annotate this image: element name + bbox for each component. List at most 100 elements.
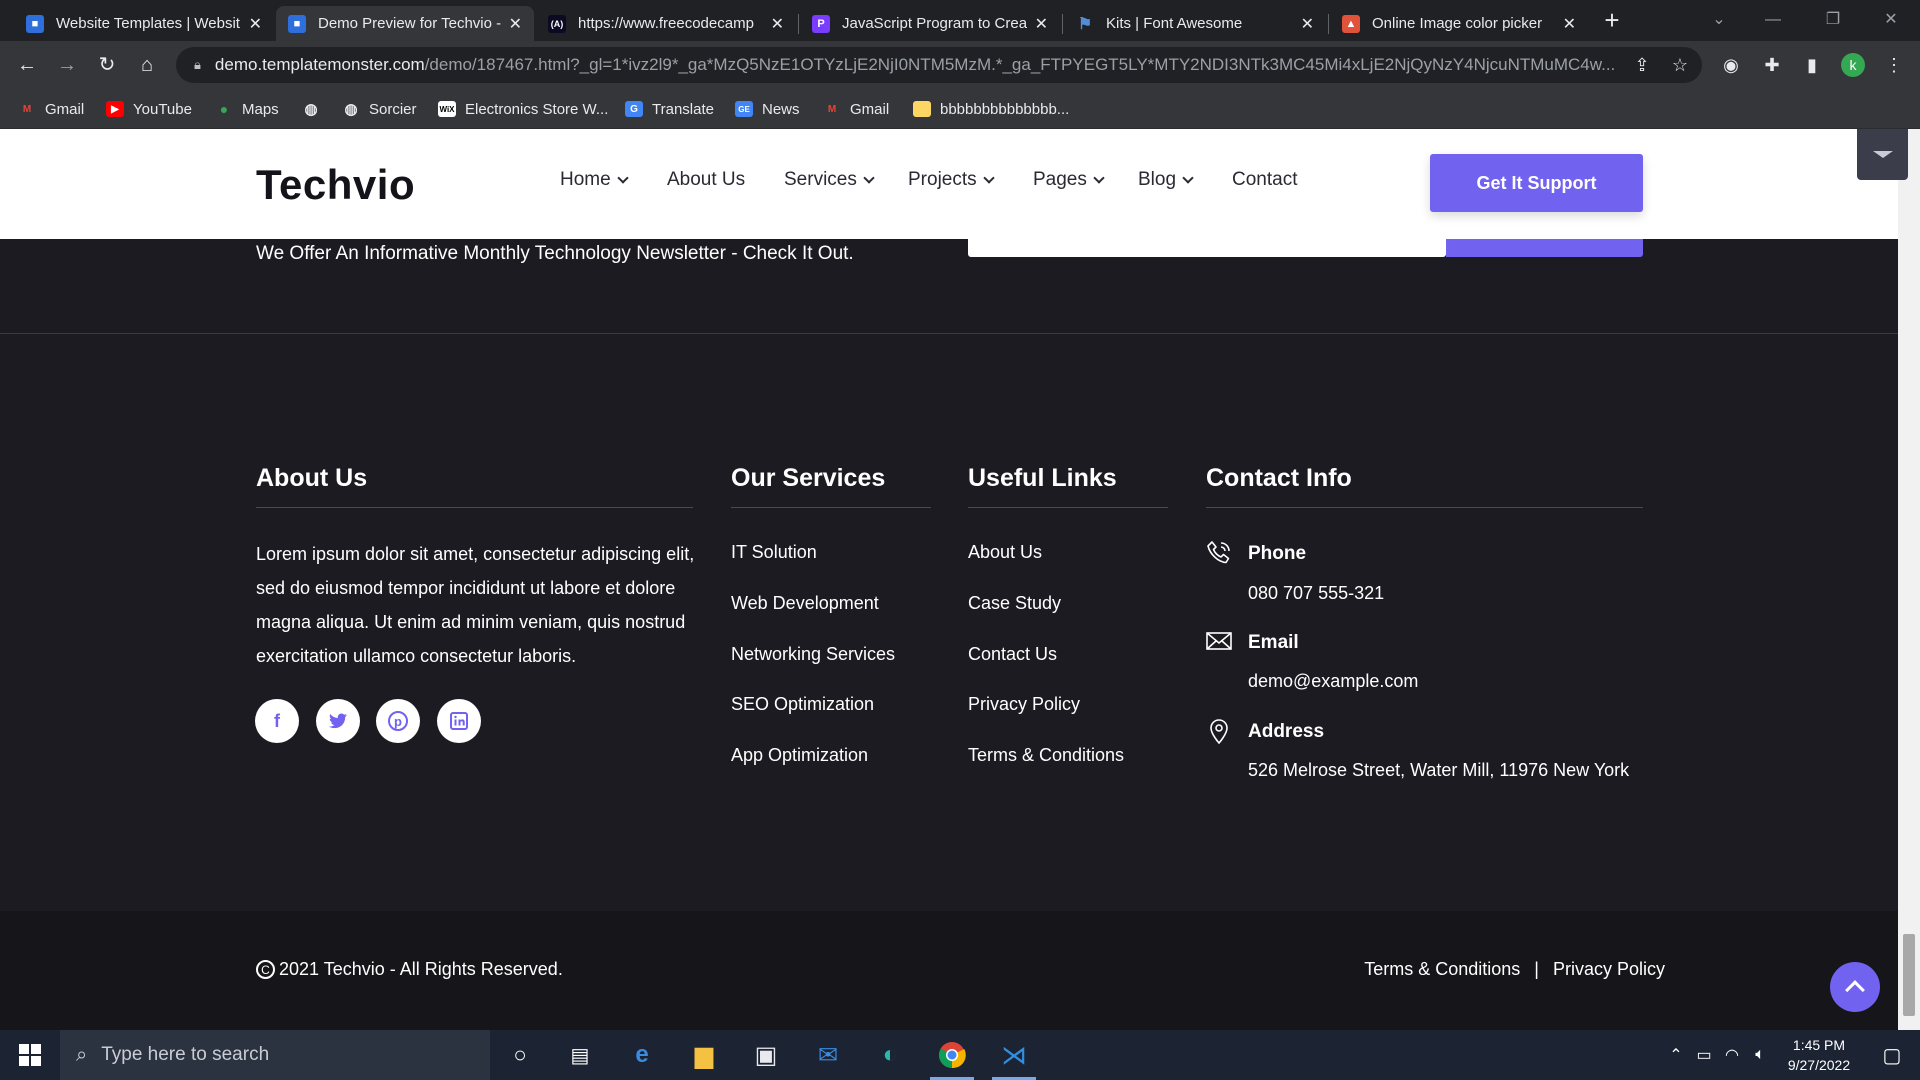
- edge-legacy-icon[interactable]: e: [612, 1030, 672, 1080]
- nav-services[interactable]: Services: [784, 169, 875, 191]
- close-tab-icon[interactable]: ✕: [1035, 14, 1048, 34]
- map-pin-icon: [1206, 717, 1232, 745]
- footer-link-networking-services[interactable]: Networking Services: [731, 644, 895, 665]
- bookmark-electronics-store[interactable]: WiX Electronics Store W...: [438, 98, 608, 120]
- footer-link-app-optimization[interactable]: App Optimization: [731, 745, 868, 766]
- bookmark-translate[interactable]: G Translate: [625, 98, 714, 120]
- title-underline: [731, 507, 931, 508]
- footer-link-it-solution[interactable]: IT Solution: [731, 542, 817, 563]
- linkedin-icon[interactable]: [437, 699, 481, 743]
- tab-online-color-picker[interactable]: ▲ Online Image color picker ✕: [1330, 6, 1588, 41]
- footer-link-about-us[interactable]: About Us: [968, 542, 1042, 563]
- battery-icon[interactable]: ▭: [1690, 1045, 1718, 1065]
- footer-link-web-development[interactable]: Web Development: [731, 593, 879, 614]
- tab-website-templates[interactable]: ■ Website Templates | Websit ✕: [14, 6, 274, 41]
- bookmark-gmail[interactable]: M Gmail: [18, 98, 84, 120]
- back-arrow-icon[interactable]: ←: [11, 49, 43, 81]
- get-it-support-button[interactable]: Get It Support: [1430, 154, 1643, 212]
- side-panel-icon[interactable]: ▮: [1800, 53, 1824, 77]
- more-menu-icon[interactable]: ⋮: [1882, 53, 1906, 77]
- footer-link-seo-optimization[interactable]: SEO Optimization: [731, 694, 874, 715]
- cortana-circle-icon[interactable]: ○: [490, 1030, 550, 1080]
- notifications-icon[interactable]: ▢: [1864, 1043, 1920, 1068]
- preview-dropdown-toggle-icon[interactable]: [1857, 129, 1908, 180]
- bookmark-news[interactable]: GE News: [735, 98, 800, 120]
- bookmark-gmail-2[interactable]: M Gmail: [823, 98, 889, 120]
- nav-projects[interactable]: Projects: [908, 169, 995, 191]
- screenshot-camera-icon[interactable]: ◉: [1719, 53, 1743, 77]
- gmail-icon: M: [827, 103, 837, 115]
- taskbar-search-box[interactable]: ⌕ Type here to search: [60, 1030, 490, 1080]
- nav-blog[interactable]: Blog: [1138, 169, 1194, 191]
- address-bar[interactable]: 🔒︎ demo.templatemonster.com/demo/187467.…: [176, 47, 1702, 83]
- tab-title: Kits | Font Awesome: [1106, 15, 1243, 32]
- vscode-icon[interactable]: ⋊: [984, 1030, 1044, 1080]
- new-tab-plus-icon[interactable]: +: [1598, 6, 1626, 34]
- scrollbar-thumb[interactable]: [1903, 934, 1915, 1016]
- minimize-icon[interactable]: —: [1750, 4, 1796, 36]
- bookmark-globe[interactable]: ◍: [302, 98, 329, 120]
- tab-demo-preview-techvio[interactable]: ■ Demo Preview for Techvio - ✕: [276, 6, 534, 41]
- footer-services-title: Our Services: [731, 464, 886, 492]
- close-tab-icon[interactable]: ✕: [1563, 14, 1576, 34]
- bottom-link-terms[interactable]: Terms & Conditions: [1364, 959, 1520, 980]
- tab-font-awesome-kits[interactable]: ⚑ Kits | Font Awesome ✕: [1064, 6, 1326, 41]
- freecodecamp-favicon-icon: (A): [548, 14, 566, 33]
- bookmark-sorcier[interactable]: ◍ Sorcier: [342, 98, 416, 120]
- contact-email-value[interactable]: demo@example.com: [1248, 671, 1418, 692]
- footer-link-contact-us[interactable]: Contact Us: [968, 644, 1057, 665]
- share-icon[interactable]: ⇪: [1630, 53, 1654, 77]
- bookmark-maps[interactable]: ● Maps: [215, 98, 279, 120]
- edge-icon[interactable]: ◐: [860, 1030, 920, 1080]
- close-tab-icon[interactable]: ✕: [509, 14, 522, 34]
- pinterest-icon[interactable]: p: [376, 699, 420, 743]
- profile-avatar[interactable]: k: [1841, 53, 1865, 77]
- tab-javascript-program[interactable]: P JavaScript Program to Creat ✕: [800, 6, 1060, 41]
- footer-link-terms-conditions[interactable]: Terms & Conditions: [968, 745, 1124, 766]
- chrome-icon[interactable]: [922, 1030, 982, 1080]
- footer-link-privacy-policy[interactable]: Privacy Policy: [968, 694, 1080, 715]
- tab-search-chevron-icon[interactable]: ⌄: [1696, 4, 1742, 36]
- twitter-icon[interactable]: [316, 699, 360, 743]
- templatemonster-favicon-icon: ■: [288, 14, 306, 33]
- volume-icon[interactable]: 🔈︎: [1746, 1046, 1774, 1064]
- newsletter-email-input[interactable]: [968, 239, 1446, 257]
- url-text[interactable]: demo.templatemonster.com/demo/187467.htm…: [215, 55, 1615, 75]
- bookmark-star-icon[interactable]: ☆: [1668, 53, 1692, 77]
- facebook-icon[interactable]: f: [255, 699, 299, 743]
- forward-arrow-icon[interactable]: →: [51, 49, 83, 81]
- page-scrollbar[interactable]: [1898, 129, 1920, 1030]
- tab-freecodecamp[interactable]: (A) https://www.freecodecamp ✕: [536, 6, 796, 41]
- close-tab-icon[interactable]: ✕: [1301, 14, 1314, 34]
- site-logo[interactable]: Techvio: [256, 161, 415, 209]
- windows-start-icon[interactable]: [0, 1030, 60, 1080]
- newsletter-subscribe-button[interactable]: [1446, 239, 1643, 257]
- microsoft-store-icon[interactable]: ▣: [736, 1030, 796, 1080]
- close-window-icon[interactable]: ✕: [1868, 4, 1914, 36]
- nav-contact[interactable]: Contact: [1232, 169, 1297, 191]
- task-view-icon[interactable]: ▤: [550, 1030, 610, 1080]
- nav-pages[interactable]: Pages: [1033, 169, 1105, 191]
- nav-home[interactable]: Home: [560, 169, 629, 191]
- file-explorer-icon[interactable]: ▆: [674, 1030, 734, 1080]
- extensions-puzzle-icon[interactable]: ✚: [1760, 53, 1784, 77]
- nav-about-us[interactable]: About Us: [667, 169, 745, 191]
- bookmark-folder[interactable]: bbbbbbbbbbbbbb...: [913, 98, 1069, 120]
- footer-useful-title: Useful Links: [968, 464, 1117, 492]
- contact-phone-label: Phone: [1248, 543, 1307, 564]
- scroll-to-top-button[interactable]: [1830, 962, 1880, 1012]
- bottom-link-privacy[interactable]: Privacy Policy: [1553, 959, 1665, 980]
- taskbar-clock[interactable]: 1:45 PM 9/27/2022: [1774, 1035, 1864, 1075]
- browser-toolbar: ← → ↻ ⌂ 🔒︎ demo.templatemonster.com/demo…: [0, 41, 1920, 89]
- home-icon[interactable]: ⌂: [131, 49, 163, 81]
- wifi-icon[interactable]: ◠: [1718, 1045, 1746, 1065]
- close-tab-icon[interactable]: ✕: [249, 14, 262, 34]
- restore-icon[interactable]: ❐: [1810, 4, 1856, 36]
- footer-link-case-study[interactable]: Case Study: [968, 593, 1061, 614]
- mail-icon[interactable]: ✉: [798, 1030, 858, 1080]
- reload-icon[interactable]: ↻: [91, 49, 123, 81]
- close-tab-icon[interactable]: ✕: [771, 14, 784, 34]
- chevron-up-icon[interactable]: ⌃: [1662, 1045, 1690, 1065]
- bookmark-youtube[interactable]: ▶ YouTube: [106, 98, 192, 120]
- contact-phone-value[interactable]: 080 707 555-321: [1248, 583, 1384, 604]
